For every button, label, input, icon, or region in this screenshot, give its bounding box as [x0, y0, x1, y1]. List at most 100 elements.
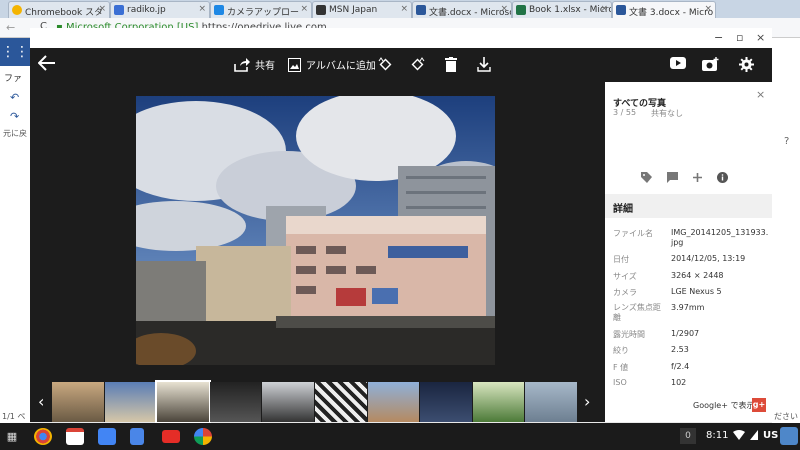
browser-tab-word-doc[interactable]: 文書.docx - Microso ×: [412, 1, 512, 18]
comment-icon[interactable]: [667, 172, 678, 183]
file-tab[interactable]: ファ: [4, 71, 22, 84]
gear-icon: [739, 57, 754, 72]
rotate-left-button[interactable]: [378, 57, 393, 72]
filmstrip-thumb[interactable]: [52, 382, 104, 422]
wifi-icon[interactable]: [733, 430, 745, 440]
redo-icon[interactable]: ↷: [10, 110, 19, 123]
youtube-button[interactable]: [670, 57, 686, 69]
google-docs-icon[interactable]: [130, 428, 144, 445]
filmstrip-next-icon[interactable]: ›: [584, 392, 590, 411]
detail-key: ファイル名: [613, 229, 653, 238]
keyboard-locale[interactable]: US: [763, 430, 778, 441]
app-launcher-icon[interactable]: ▦: [4, 429, 20, 445]
tab-close-icon[interactable]: ×: [704, 4, 712, 14]
filmstrip-prev-icon[interactable]: ‹: [38, 392, 44, 411]
undo-label: 元に戻: [3, 129, 27, 138]
tab-title: MSN Japan: [329, 5, 378, 15]
main-photo[interactable]: [136, 96, 495, 365]
tab-close-icon[interactable]: ×: [98, 4, 106, 14]
filmstrip-thumb-selected[interactable]: [155, 380, 211, 424]
os-shelf: ▦ 0 8:11 US: [0, 423, 800, 450]
battery-icon[interactable]: [750, 430, 758, 440]
info-icon[interactable]: [717, 172, 728, 183]
browser-tab-word-doc-3[interactable]: 文書 3.docx - Micro ×: [612, 1, 716, 18]
filmstrip-thumb[interactable]: [262, 382, 314, 422]
notification-count-badge[interactable]: 0: [680, 428, 696, 444]
filmstrip-thumb[interactable]: [209, 382, 262, 422]
camera-button[interactable]: [702, 57, 720, 72]
filmstrip-thumb[interactable]: [367, 382, 420, 422]
detail-row-exposure: 露光時間 1/2907: [613, 329, 773, 341]
detail-row-focal-length: レンズ焦点距離 3.97mm: [613, 303, 773, 325]
tab-title: 文書 3.docx - Micro: [629, 8, 714, 18]
tab-close-icon[interactable]: ×: [400, 4, 408, 14]
back-nav-icon[interactable]: ←: [6, 21, 15, 34]
delete-button[interactable]: [445, 57, 457, 72]
detail-key: 絞り: [613, 346, 629, 355]
google-photos-icon[interactable]: [194, 428, 212, 445]
onedrive-icon: [214, 5, 224, 15]
add-to-album-label: アルバムに追加: [306, 61, 376, 72]
back-arrow-icon: [38, 55, 55, 71]
share-label: 共有: [255, 61, 275, 72]
filmstrip-thumb[interactable]: [525, 382, 577, 422]
chrome-icon: [12, 5, 22, 15]
minimize-icon[interactable]: −: [714, 31, 723, 44]
browser-tab-msn[interactable]: MSN Japan ×: [312, 1, 412, 18]
download-icon: [477, 57, 491, 72]
help-icon[interactable]: ?: [784, 136, 789, 147]
tab-close-icon[interactable]: ×: [300, 4, 308, 14]
tab-close-icon[interactable]: ×: [500, 4, 508, 14]
app-launcher-icon[interactable]: ⋮⋮: [0, 38, 30, 66]
settings-button[interactable]: [739, 57, 754, 72]
tab-close-icon[interactable]: ×: [600, 4, 608, 14]
maximize-icon[interactable]: ▫: [736, 31, 743, 44]
background-word-app: ⋮⋮ ファ ↶ ↷ 元に戻 1/1 ペ: [0, 38, 30, 423]
tab-close-icon[interactable]: ×: [198, 4, 206, 14]
browser-tab-chromebook[interactable]: Chromebook スタ ×: [8, 1, 110, 18]
filmstrip-thumb[interactable]: [420, 382, 472, 422]
detail-row-size: サイズ 3264 × 2448: [613, 271, 773, 283]
detail-value: 1/2907: [671, 329, 700, 338]
detail-row-date: 日付 2014/12/05, 13:19: [613, 254, 773, 266]
camera-add-icon: [702, 57, 719, 71]
youtube-icon[interactable]: [162, 430, 180, 443]
browser-tab-excel-book[interactable]: Book 1.xlsx - Micro ×: [512, 1, 612, 18]
add-to-album-button[interactable]: アルバムに追加: [288, 57, 376, 72]
details-header: 詳細: [605, 194, 772, 218]
background-text: ださい: [774, 412, 798, 421]
user-avatar[interactable]: [780, 427, 798, 445]
detail-value: IMG_20141205_131933.jpg: [671, 228, 769, 247]
google-plus-icon[interactable]: g+: [752, 398, 766, 412]
detail-value: 102: [671, 378, 687, 387]
close-window-icon[interactable]: ×: [756, 31, 765, 44]
browser-tab-camera-upload[interactable]: カメラアップロー ×: [210, 1, 312, 18]
rotate-right-button[interactable]: [410, 57, 425, 72]
photo-image: [136, 96, 495, 365]
gmail-icon[interactable]: [66, 428, 84, 445]
back-button[interactable]: [38, 55, 56, 71]
browser-tab-radiko[interactable]: radiko.jp ×: [110, 1, 210, 18]
rotate-right-icon: [411, 57, 425, 71]
download-button[interactable]: [477, 57, 491, 72]
view-on-google-plus-link[interactable]: Google+ で表示: [693, 400, 754, 411]
add-icon[interactable]: [693, 173, 702, 182]
page-indicator: 1/1 ペ: [2, 412, 26, 421]
undo-icon[interactable]: ↶: [10, 91, 19, 104]
chrome-icon[interactable]: [34, 428, 52, 445]
detail-value: f/2.4: [671, 362, 690, 371]
share-icon: [234, 57, 250, 72]
clock[interactable]: 8:11: [706, 430, 728, 441]
tag-icon[interactable]: [641, 172, 652, 183]
tab-title: カメラアップロー: [227, 8, 300, 18]
detail-key: カメラ: [613, 288, 637, 297]
close-panel-icon[interactable]: ×: [756, 88, 765, 101]
excel-icon: [516, 5, 526, 15]
google-search-icon[interactable]: [98, 428, 116, 445]
filmstrip-thumb[interactable]: [104, 382, 157, 422]
filmstrip-thumb[interactable]: [314, 382, 367, 422]
word-icon: [616, 5, 626, 15]
filmstrip-thumb[interactable]: [472, 382, 525, 422]
share-button[interactable]: 共有: [234, 57, 275, 72]
detail-value: 3264 × 2448: [671, 271, 724, 280]
